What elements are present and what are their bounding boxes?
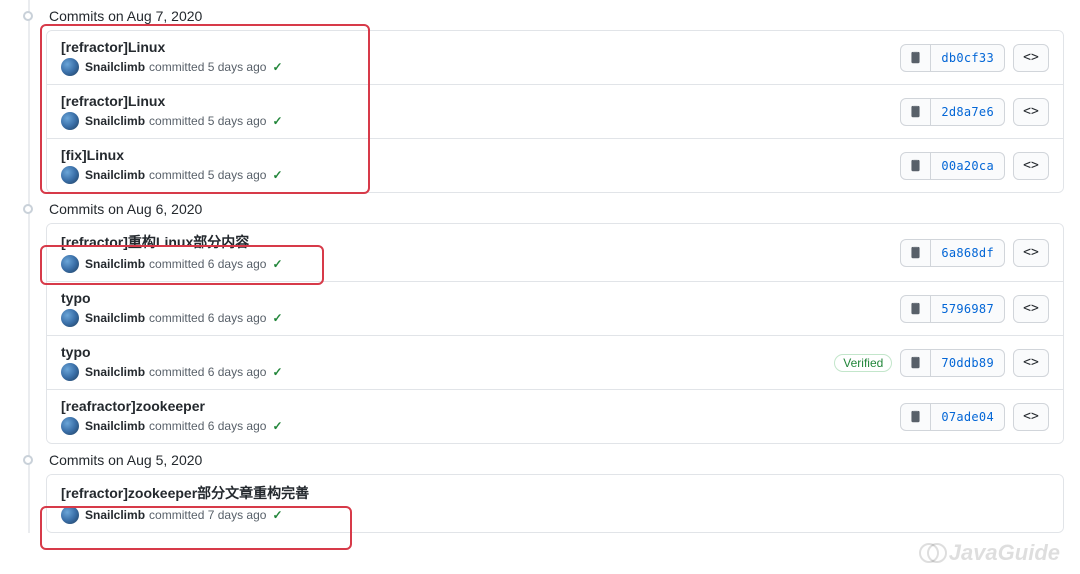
avatar[interactable]: [61, 112, 79, 130]
commit-date-heading: Commits on Aug 7, 2020: [49, 8, 202, 24]
commit-timestamp: committed 5 days ago: [149, 60, 266, 74]
watermark: JavaGuide: [925, 540, 1060, 566]
commit-row: [refractor]Linux Snailclimb committed 5 da…: [47, 31, 1063, 84]
copy-sha-button[interactable]: [901, 404, 931, 430]
commit-group: [refractor]Linux Snailclimb committed 5 da…: [46, 30, 1064, 193]
author-link[interactable]: Snailclimb: [85, 168, 145, 182]
status-check-icon[interactable]: ✓: [272, 257, 282, 271]
commit-title-link[interactable]: [fix]Linux: [61, 147, 900, 163]
timeline-dot: [23, 455, 33, 465]
avatar[interactable]: [61, 166, 79, 184]
author-link[interactable]: Snailclimb: [85, 60, 145, 74]
commit-sha-group: 2d8a7e6: [900, 98, 1005, 126]
browse-code-button[interactable]: <>: [1013, 98, 1049, 126]
copy-sha-button[interactable]: [901, 153, 931, 179]
copy-sha-button[interactable]: [901, 350, 931, 376]
status-check-icon[interactable]: ✓: [272, 168, 282, 182]
commit-sha-group: 6a868df: [900, 239, 1005, 267]
clipboard-icon: [909, 159, 922, 172]
avatar[interactable]: [61, 309, 79, 327]
author-link[interactable]: Snailclimb: [85, 257, 145, 271]
timeline-dot: [23, 11, 33, 21]
copy-sha-button[interactable]: [901, 45, 931, 71]
clipboard-icon: [909, 51, 922, 64]
copy-sha-button[interactable]: [901, 296, 931, 322]
status-check-icon[interactable]: ✓: [272, 311, 282, 325]
author-link[interactable]: Snailclimb: [85, 365, 145, 379]
copy-sha-button[interactable]: [901, 99, 931, 125]
commit-row: [refractor]zookeeper部分文章重构完善 Snailclimb co…: [47, 475, 1063, 532]
timeline-dot: [23, 204, 33, 214]
commit-timestamp: committed 6 days ago: [149, 419, 266, 433]
copy-sha-button[interactable]: [901, 240, 931, 266]
commit-timestamp: committed 6 days ago: [149, 257, 266, 271]
status-check-icon[interactable]: ✓: [272, 60, 282, 74]
author-link[interactable]: Snailclimb: [85, 508, 145, 522]
browse-code-button[interactable]: <>: [1013, 403, 1049, 431]
clipboard-icon: [909, 302, 922, 315]
browse-code-button[interactable]: <>: [1013, 152, 1049, 180]
commit-title-link[interactable]: [refractor]Linux: [61, 39, 900, 55]
commit-date-heading: Commits on Aug 5, 2020: [49, 452, 202, 468]
commit-sha-link[interactable]: db0cf33: [931, 51, 1004, 65]
clipboard-icon: [909, 105, 922, 118]
commit-timestamp: committed 6 days ago: [149, 311, 266, 325]
commit-group: [refractor]重构Linux部分内容 Snailclimb committe…: [46, 223, 1064, 444]
commit-row: typo Snailclimb committed 6 days ago ✓ Verif…: [47, 335, 1063, 389]
commit-row: [reafractor]zookeeper Snailclimb committed…: [47, 389, 1063, 443]
avatar[interactable]: [61, 58, 79, 76]
timeline-line: [28, 0, 30, 533]
commit-sha-group: 70ddb89: [900, 349, 1005, 377]
status-check-icon[interactable]: ✓: [272, 508, 282, 522]
commit-date-heading: Commits on Aug 6, 2020: [49, 201, 202, 217]
commit-row: [refractor]Linux Snailclimb committed 5 da…: [47, 84, 1063, 138]
commit-sha-group: 07ade04: [900, 403, 1005, 431]
avatar[interactable]: [61, 417, 79, 435]
author-link[interactable]: Snailclimb: [85, 311, 145, 325]
clipboard-icon: [909, 356, 922, 369]
status-check-icon[interactable]: ✓: [272, 114, 282, 128]
commit-sha-link[interactable]: 70ddb89: [931, 356, 1004, 370]
browse-code-button[interactable]: <>: [1013, 44, 1049, 72]
verified-badge[interactable]: Verified: [834, 354, 892, 372]
commit-sha-group: 00a20ca: [900, 152, 1005, 180]
commit-group: [refractor]zookeeper部分文章重构完善 Snailclimb co…: [46, 474, 1064, 533]
avatar[interactable]: [61, 506, 79, 524]
browse-code-button[interactable]: <>: [1013, 239, 1049, 267]
status-check-icon[interactable]: ✓: [272, 419, 282, 433]
commit-row: typo Snailclimb committed 6 days ago ✓ 57969…: [47, 281, 1063, 335]
commit-title-link[interactable]: typo: [61, 290, 900, 306]
clipboard-icon: [909, 246, 922, 259]
commit-sha-link[interactable]: 6a868df: [931, 246, 1004, 260]
commit-sha-link[interactable]: 5796987: [931, 302, 1004, 316]
commit-timestamp: committed 6 days ago: [149, 365, 266, 379]
commit-title-link[interactable]: [refractor]zookeeper部分文章重构完善: [61, 483, 1049, 503]
commit-sha-group: db0cf33: [900, 44, 1005, 72]
commit-row: [fix]Linux Snailclimb committed 5 days ago…: [47, 138, 1063, 192]
avatar[interactable]: [61, 255, 79, 273]
commit-timestamp: committed 5 days ago: [149, 168, 266, 182]
browse-code-button[interactable]: <>: [1013, 349, 1049, 377]
commit-title-link[interactable]: [refractor]重构Linux部分内容: [61, 232, 900, 252]
commit-sha-group: 5796987: [900, 295, 1005, 323]
commit-sha-link[interactable]: 2d8a7e6: [931, 105, 1004, 119]
commit-title-link[interactable]: typo: [61, 344, 834, 360]
commit-timestamp: committed 7 days ago: [149, 508, 266, 522]
commit-title-link[interactable]: [reafractor]zookeeper: [61, 398, 900, 414]
author-link[interactable]: Snailclimb: [85, 419, 145, 433]
commit-sha-link[interactable]: 00a20ca: [931, 159, 1004, 173]
commit-timestamp: committed 5 days ago: [149, 114, 266, 128]
clipboard-icon: [909, 410, 922, 423]
commit-row: [refractor]重构Linux部分内容 Snailclimb committe…: [47, 224, 1063, 281]
author-link[interactable]: Snailclimb: [85, 114, 145, 128]
avatar[interactable]: [61, 363, 79, 381]
status-check-icon[interactable]: ✓: [272, 365, 282, 379]
commit-title-link[interactable]: [refractor]Linux: [61, 93, 900, 109]
browse-code-button[interactable]: <>: [1013, 295, 1049, 323]
commit-sha-link[interactable]: 07ade04: [931, 410, 1004, 424]
